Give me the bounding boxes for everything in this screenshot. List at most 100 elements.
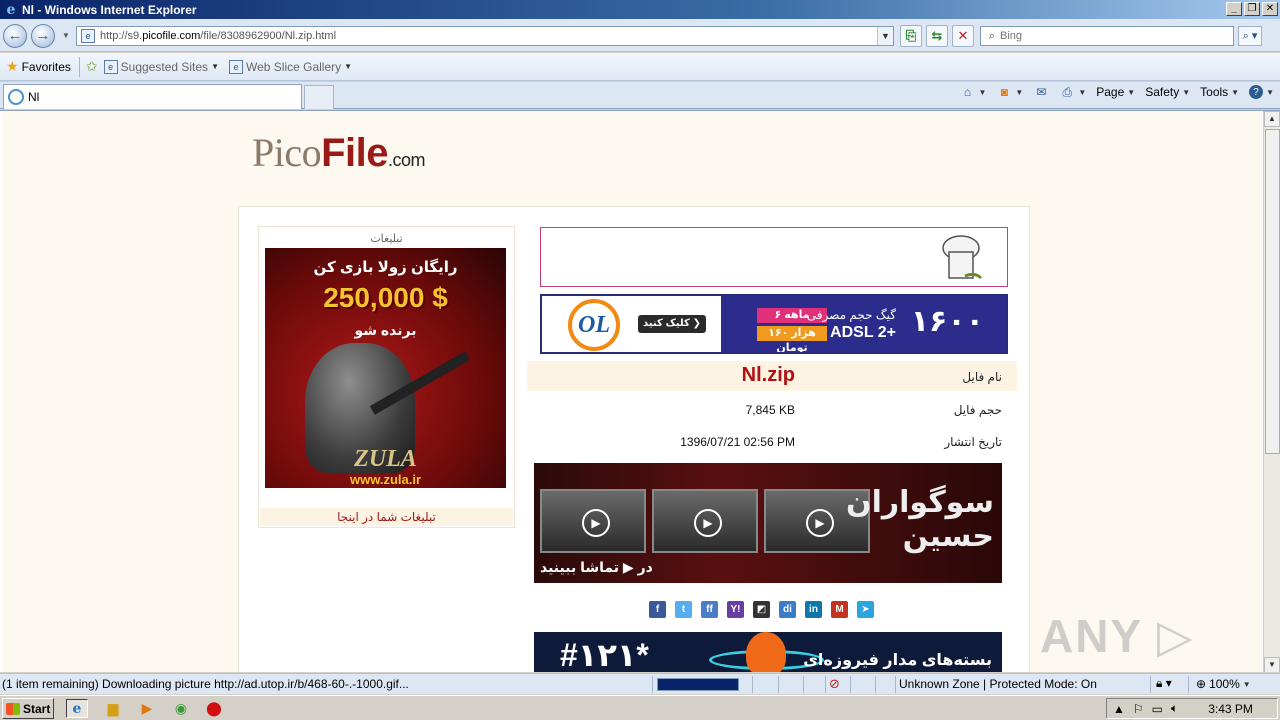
suggested-sites-icon: e xyxy=(103,59,118,74)
forward-button[interactable]: → xyxy=(31,24,55,48)
system-tray: ▲ ⚐ ▭ 🔈︎ 3:43 PM xyxy=(1106,698,1278,719)
stop-button[interactable]: ✕ xyxy=(952,25,974,47)
web-page: PicoFile.com تبلیغات رایگان زولا بازی کن… xyxy=(2,111,1262,672)
separator xyxy=(78,56,80,77)
loading-progress-bar xyxy=(657,678,739,691)
ie-logo-icon: e xyxy=(6,1,16,18)
security-zone-text[interactable]: Unknown Zone | Protected Mode: On xyxy=(899,677,1097,691)
zoom-icon: ⊕ xyxy=(1196,677,1207,691)
scroll-down-arrow-icon[interactable]: ▼ xyxy=(1264,657,1280,672)
scroll-up-arrow-icon[interactable]: ▲ xyxy=(1264,111,1280,127)
left-ad-box: تبلیغات رایگان زولا بازی کن 250,000 $ بر… xyxy=(258,226,515,528)
popup-blocked-icon[interactable]: ⊘ xyxy=(829,676,840,692)
help-menu[interactable]: ? ▼ xyxy=(1249,85,1274,99)
favorites-star-icon: ★ xyxy=(6,58,19,74)
address-dropdown-icon[interactable]: ▼ xyxy=(877,27,893,45)
window-title: Nl - Windows Internet Explorer xyxy=(22,2,197,17)
tools-menu[interactable]: Tools ▼ xyxy=(1200,85,1239,99)
bottom-ad-banner[interactable]: #۱۲۱* بسته‌های مدار فیروزه‌ای xyxy=(534,632,1002,672)
chevron-down-icon: ▼ xyxy=(1242,679,1251,689)
ie-taskbar-icon[interactable]: e xyxy=(66,699,88,718)
chevron-down-icon: ▼ xyxy=(211,62,219,71)
adsl-ad-banner[interactable]: OL کلیک کنید ❯ ۶ ماهه ۱۶۰ هزار تومان گیگ… xyxy=(540,294,1008,354)
zula-ad-banner[interactable]: رایگان زولا بازی کن 250,000 $ برنده شو Z… xyxy=(265,248,506,488)
help-icon: ? xyxy=(1249,85,1264,99)
tab-nl[interactable]: Nl xyxy=(3,84,302,109)
vertical-scrollbar[interactable]: ▲ ▼ xyxy=(1263,111,1280,672)
delicious-share-icon[interactable]: ◩ xyxy=(753,601,770,618)
web-slice-gallery-link[interactable]: e Web Slice Gallery ▼ xyxy=(228,59,353,74)
clock[interactable]: 3:43 PM xyxy=(1208,702,1253,716)
compatibility-view-button[interactable]: ⎘ xyxy=(900,25,922,47)
telegram-share-icon[interactable]: ➤ xyxy=(857,601,874,618)
facebook-share-icon[interactable]: f xyxy=(649,601,666,618)
safety-menu[interactable]: Safety ▼ xyxy=(1145,85,1190,99)
picofile-logo[interactable]: PicoFile.com xyxy=(252,129,426,176)
browser-viewport: PicoFile.com تبلیغات رایگان زولا بازی کن… xyxy=(0,110,1280,672)
balloon-graphic xyxy=(746,632,786,672)
video-thumbnail[interactable]: ▶ xyxy=(540,489,646,553)
protected-mode-lock-icon[interactable]: 🔒︎ ▾ xyxy=(1156,676,1172,691)
linkedin-share-icon[interactable]: in xyxy=(805,601,822,618)
page-icon: e xyxy=(81,29,95,43)
gmail-share-icon[interactable]: M xyxy=(831,601,848,618)
search-box[interactable]: ⌕ xyxy=(980,26,1234,46)
chef-ad-banner[interactable] xyxy=(540,227,1008,287)
chef-hat-icon xyxy=(942,235,983,280)
file-size: 7,845 KB xyxy=(745,403,795,417)
recent-pages-dropdown-icon[interactable]: ▼ xyxy=(62,31,70,40)
yahoo-share-icon[interactable]: Y! xyxy=(727,601,744,618)
mail-icon: ✉ xyxy=(1036,85,1047,99)
home-button[interactable]: ⌂ ▼ xyxy=(959,85,987,99)
feeds-button[interactable]: ◙ ▼ xyxy=(996,85,1024,99)
print-button[interactable]: ⎙ ▼ xyxy=(1059,85,1087,99)
read-mail-button[interactable]: ✉ xyxy=(1033,85,1049,99)
play-icon: ▶ xyxy=(582,509,610,537)
favorites-button[interactable]: ★ Favorites xyxy=(6,58,71,75)
search-icon: ⌕ xyxy=(988,29,996,42)
refresh-button[interactable]: ⇆ xyxy=(926,25,948,47)
minimize-button[interactable]: _ xyxy=(1226,2,1242,16)
url-text[interactable]: http://s9.picofile.com/file/8308962900/N… xyxy=(100,30,336,42)
twitter-share-icon[interactable]: t xyxy=(675,601,692,618)
friendfeed-share-icon[interactable]: ff xyxy=(701,601,718,618)
address-bar[interactable]: e http://s9.picofile.com/file/8308962900… xyxy=(76,26,894,46)
upload-date-row: تاریخ انتشار 1396/07/21 02:56 PM xyxy=(680,435,1002,449)
back-button[interactable]: ← xyxy=(3,24,27,48)
restore-button[interactable]: ❐ xyxy=(1244,2,1260,16)
chrome-icon[interactable]: ◉ xyxy=(170,699,192,718)
close-window-button[interactable]: ✕ xyxy=(1262,2,1278,16)
add-favorite-button[interactable]: ✩ xyxy=(86,58,98,75)
loading-icon xyxy=(8,89,24,105)
search-input[interactable] xyxy=(1000,30,1220,42)
windows-logo-icon xyxy=(6,702,20,715)
click-here-button[interactable]: کلیک کنید ❯ xyxy=(638,315,706,333)
start-button[interactable]: Start xyxy=(2,698,54,719)
advertise-here-link[interactable]: تبلیغات شما در اینجا xyxy=(260,508,513,526)
network-icon[interactable]: ▭ xyxy=(1152,702,1163,716)
upload-date: 1396/07/21 02:56 PM xyxy=(680,435,795,449)
zoom-control[interactable]: ⊕ 100% ▼ xyxy=(1196,677,1251,691)
muharram-video-banner[interactable]: ▶ ▶ ▶ سوگواران حسین در ▶ تماشا ببینید xyxy=(534,463,1002,583)
play-icon: ▶ xyxy=(806,509,834,537)
window-title-bar: e Nl - Windows Internet Explorer _ ❐ ✕ xyxy=(0,0,1280,19)
explorer-folder-icon[interactable]: ▆ xyxy=(102,699,124,718)
opera-icon[interactable]: ⬤ xyxy=(203,699,225,718)
diigo-share-icon[interactable]: di xyxy=(779,601,796,618)
page-menu[interactable]: Page ▼ xyxy=(1096,85,1135,99)
chevron-down-icon: ▼ xyxy=(344,62,353,71)
volume-icon[interactable]: 🔈︎ xyxy=(1171,701,1178,716)
navigation-bar: ← → ▼ e http://s9.picofile.com/file/8308… xyxy=(0,19,1280,52)
action-center-flag-icon[interactable]: ⚐ xyxy=(1133,702,1144,716)
search-go-button[interactable]: ⌕ ▾ xyxy=(1238,26,1262,46)
new-tab-button[interactable] xyxy=(304,85,334,109)
show-hidden-icons-icon[interactable]: ▲ xyxy=(1113,702,1125,716)
home-icon: ⌂ xyxy=(963,85,972,99)
video-thumbnail[interactable]: ▶ xyxy=(652,489,758,553)
media-player-icon[interactable]: ▶ xyxy=(136,699,158,718)
scroll-thumb[interactable] xyxy=(1265,129,1280,454)
share-icons: f t ff Y! ◩ di in M ➤ xyxy=(649,601,874,618)
file-name-row: نام فایل Nl.zip xyxy=(527,361,1017,391)
suggested-sites-link[interactable]: e Suggested Sites ▼ xyxy=(103,59,219,74)
favorites-bar: ★ Favorites ✩ e Suggested Sites ▼ e Web … xyxy=(0,53,1280,81)
